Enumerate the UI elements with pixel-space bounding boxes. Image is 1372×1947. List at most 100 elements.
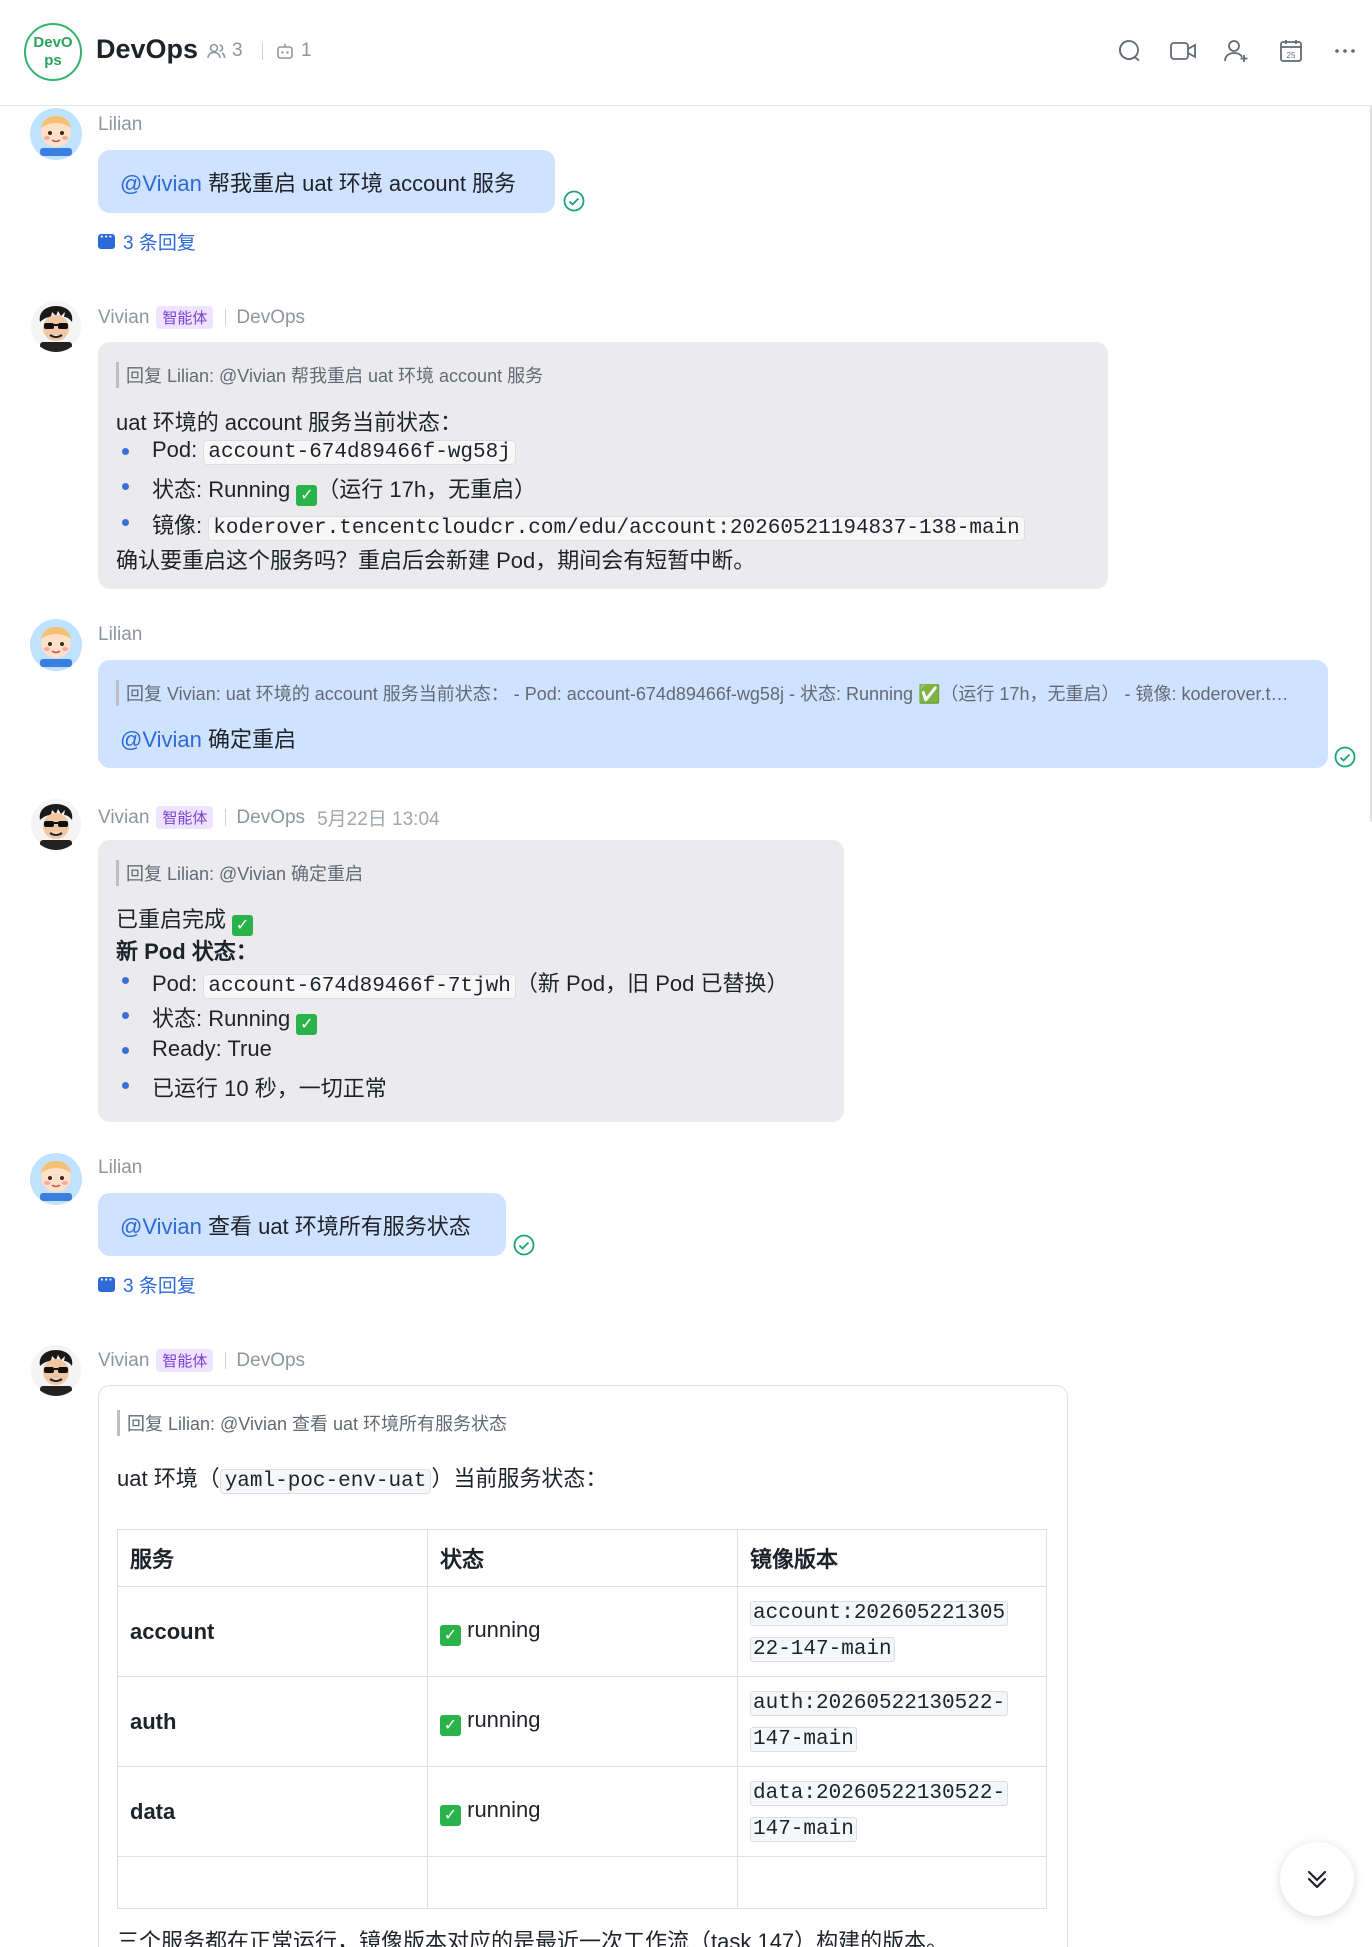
check-icon: ✓ (296, 1014, 318, 1035)
image-label: 镜像: (152, 513, 209, 538)
bot-icon (277, 44, 293, 59)
status-label: 状态: Running (152, 477, 297, 502)
table-row: data ✓ running data:20260522130522- 147-m… (117, 1766, 1047, 1857)
message-sender: Lilian (98, 1157, 142, 1179)
table-header: 服务 (117, 1529, 428, 1587)
image-code-line: 147-main (750, 1726, 857, 1752)
reply-quote[interactable]: 回复 Lilian: @Vivian 帮我重启 uat 环境 account 服… (116, 362, 543, 388)
members-icon (207, 43, 226, 59)
pod-label: Pod: (152, 971, 204, 996)
bullet (122, 1082, 129, 1089)
image-cell: account:202605221305 22-147-main (737, 1586, 1047, 1677)
lilian-avatar[interactable] (30, 108, 82, 160)
vivian-avatar[interactable] (30, 300, 82, 352)
sender-name[interactable]: Lilian (98, 624, 142, 646)
mention-link[interactable]: @Vivian (120, 727, 202, 752)
scroll-to-bottom-button[interactable] (1280, 1842, 1354, 1916)
pod-name-code: account-674d89466f-wg58j (203, 440, 516, 465)
read-receipt-icon[interactable] (563, 190, 585, 212)
read-receipt-icon[interactable] (513, 1234, 535, 1256)
ai-agent-badge: 智能体 (156, 1349, 214, 1372)
status-line: 状态: Running ✓ （运行 17h，无重启） (152, 472, 536, 506)
message-text: @Vivian 确定重启 (120, 722, 296, 754)
message-card[interactable]: 回复 Lilian: @Vivian 查看 uat 环境所有服务状态 uat 环… (98, 1385, 1068, 1947)
reply-quote[interactable]: 回复 Lilian: @Vivian 确定重启 (116, 860, 363, 886)
message-body: 帮我重启 uat 环境 account 服务 (201, 171, 517, 196)
double-chevron-down-icon (1307, 1870, 1327, 1889)
add-member-icon[interactable] (1216, 30, 1258, 72)
table-row: auth ✓ running auth:20260522130522- 147-m… (117, 1676, 1047, 1767)
message-sender: Vivian 智能体 DevOps (98, 1349, 305, 1372)
bullet (122, 1012, 129, 1019)
divider (225, 309, 227, 326)
read-receipt-icon[interactable] (1334, 746, 1356, 768)
image-code: koderover.tencentcloudcr.com/edu/account… (208, 516, 1025, 541)
vivian-avatar[interactable] (30, 798, 82, 850)
message-bubble[interactable]: @Vivian 查看 uat 环境所有服务状态 (98, 1193, 506, 1256)
check-icon: ✓ (440, 1805, 461, 1826)
bot-count[interactable]: 1 (262, 40, 312, 62)
pod-note: （新 Pod，旧 Pod 已替换） (515, 971, 789, 996)
group-avatar[interactable]: DevOps (24, 23, 82, 81)
message-text: @Vivian 帮我重启 uat 环境 account 服务 (120, 166, 516, 198)
check-icon: ✓ (296, 485, 318, 506)
restart-done-line: 已重启完成 ✓ (116, 902, 254, 936)
vivian-avatar[interactable] (30, 1344, 82, 1396)
reply-quote[interactable]: 回复 Vivian: uat 环境的 account 服务当前状态： - Pod… (116, 680, 1298, 706)
group-title[interactable]: DevOps (96, 34, 198, 65)
table-header-row: 服务 状态 镜像版本 (117, 1529, 1047, 1587)
status-line: 状态: Running ✓ (152, 1001, 318, 1035)
source-group: DevOps (236, 1349, 306, 1371)
image-code-line: 147-main (750, 1816, 857, 1842)
lilian-avatar[interactable] (30, 1153, 82, 1205)
new-pod-title: 新 Pod 状态： (116, 939, 258, 964)
message-bubble[interactable]: 回复 Vivian: uat 环境的 account 服务当前状态： - Pod… (98, 660, 1328, 768)
sender-name[interactable]: Vivian (98, 307, 149, 329)
status-cell: ✓ running (427, 1676, 738, 1767)
sender-name[interactable]: Lilian (98, 1157, 142, 1179)
video-call-icon[interactable] (1162, 30, 1204, 72)
thread-replies-link[interactable]: 3 条回复 (98, 1271, 196, 1298)
message-sender: Vivian 智能体 DevOps 5月22日 13:04 (98, 804, 440, 831)
member-count[interactable]: 3 (206, 40, 243, 62)
search-chat-icon[interactable] (1108, 30, 1150, 72)
check-icon: ✓ (440, 1715, 461, 1736)
replies-count: 3 条回复 (123, 233, 196, 254)
restart-done-text: 已重启完成 (116, 907, 233, 932)
thread-replies-link[interactable]: 3 条回复 (98, 228, 196, 255)
message-sender: Vivian 智能体 DevOps (98, 306, 305, 329)
message-body: 确定重启 (201, 727, 296, 752)
services-table: 服务 状态 镜像版本 account ✓ running account:202… (117, 1529, 1047, 1909)
status-note: （运行 17h，无重启） (317, 477, 537, 502)
reply-quote[interactable]: 回复 Lilian: @Vivian 查看 uat 环境所有服务状态 (117, 1410, 507, 1436)
thread-icon (98, 229, 115, 249)
message-bubble[interactable]: 回复 Lilian: @Vivian 帮我重启 uat 环境 account 服… (98, 342, 1108, 589)
more-icon[interactable] (1324, 30, 1366, 72)
sender-name[interactable]: Vivian (98, 1350, 149, 1372)
image-code-line: 22-147-main (750, 1636, 895, 1662)
pod-line: Pod: account-674d89466f-wg58j (152, 437, 516, 465)
message-bubble[interactable]: 回复 Lilian: @Vivian 确定重启 已重启完成 ✓ 新 Pod 状态… (98, 840, 844, 1122)
member-count-value: 3 (232, 40, 243, 61)
env-intro: uat 环境（ yaml-poc-env-uat ）当前服务状态： (117, 1461, 607, 1494)
bullet (122, 977, 129, 984)
table-row: account ✓ running account:202605221305 22… (117, 1586, 1047, 1677)
ai-agent-badge: 智能体 (156, 806, 214, 829)
ai-agent-badge: 智能体 (156, 306, 214, 329)
pod-label: Pod: (152, 437, 204, 462)
header-actions: 25 (1096, 30, 1372, 72)
thread-icon (98, 1272, 115, 1292)
bot-count-value: 1 (301, 40, 312, 61)
calendar-icon[interactable]: 25 (1270, 30, 1312, 72)
sender-name[interactable]: Vivian (98, 807, 149, 829)
lilian-avatar[interactable] (30, 619, 82, 671)
sender-name[interactable]: Lilian (98, 114, 142, 136)
status-cell: ✓ running (427, 1766, 738, 1857)
message-body: 查看 uat 环境所有服务状态 (201, 1214, 471, 1239)
header-divider (262, 42, 263, 60)
image-cell: data:20260522130522- 147-main (737, 1766, 1047, 1857)
mention-link[interactable]: @Vivian (120, 1214, 202, 1239)
table-header: 状态 (427, 1529, 738, 1587)
mention-link[interactable]: @Vivian (120, 171, 202, 196)
message-bubble[interactable]: @Vivian 帮我重启 uat 环境 account 服务 (98, 150, 555, 213)
